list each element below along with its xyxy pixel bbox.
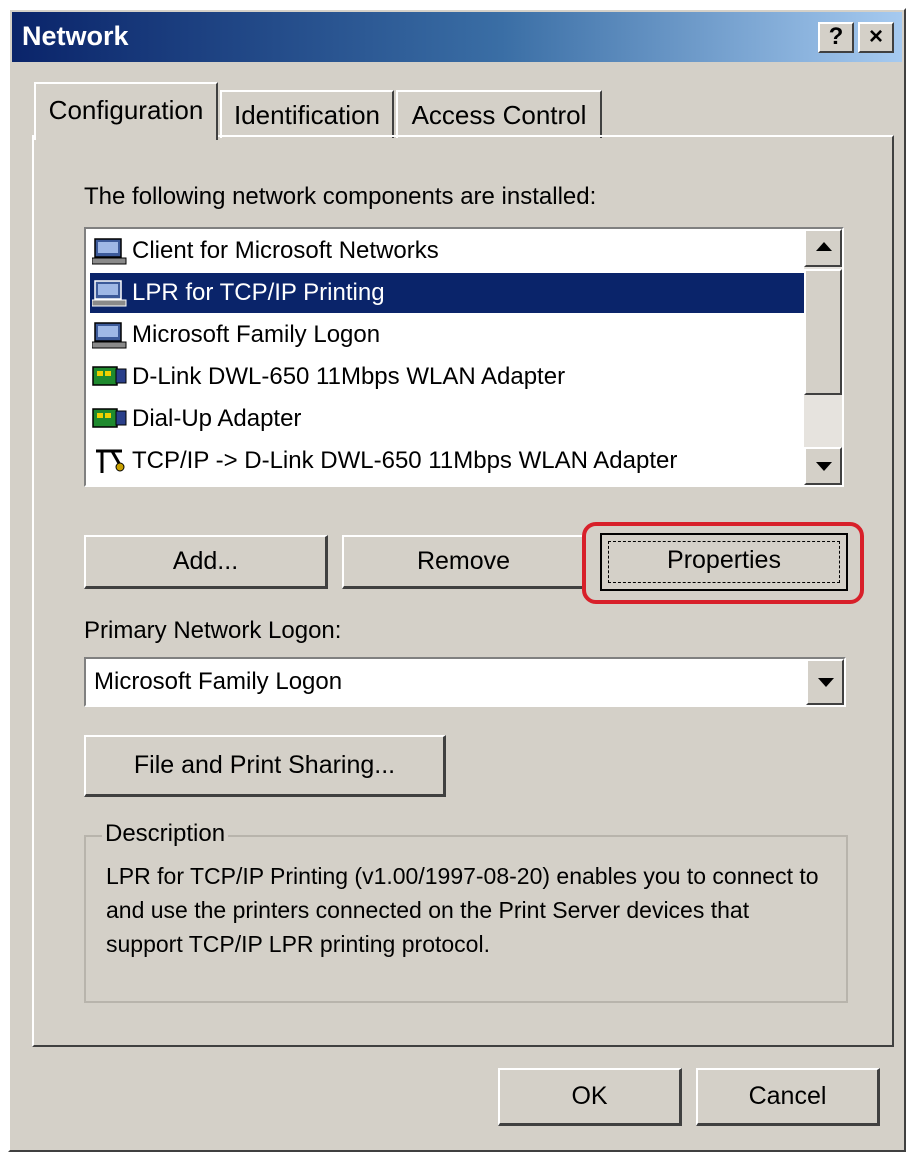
client-icon <box>92 280 127 307</box>
configuration-panel: The following network components are ins… <box>32 135 894 1047</box>
help-button[interactable]: ? <box>818 22 854 53</box>
primary-logon-value: Microsoft Family Logon <box>94 668 343 695</box>
scroll-up-button[interactable] <box>804 229 842 267</box>
tab-access-control[interactable]: Access Control <box>396 90 602 138</box>
remove-button[interactable]: Remove <box>342 535 586 589</box>
components-heading: The following network components are ins… <box>84 183 597 210</box>
list-item[interactable]: TCP/IP -> D-Link DWL-650 11Mbps WLAN Ada… <box>90 441 804 481</box>
list-item[interactable]: Client for Microsoft Networks <box>90 231 804 271</box>
network-dialog: Network ? × Configuration Identification… <box>8 8 906 1152</box>
adapter-icon <box>92 408 127 428</box>
arrow-down-icon <box>816 462 832 471</box>
primary-logon-label: Primary Network Logon: <box>84 617 342 644</box>
arrow-up-icon <box>816 242 832 251</box>
highlight-ring <box>582 522 864 604</box>
scroll-thumb[interactable] <box>804 269 842 395</box>
title-bar[interactable]: Network ? × <box>12 12 902 62</box>
client-icon <box>92 238 127 265</box>
description-text: LPR for TCP/IP Printing (v1.00/1997-08-2… <box>106 863 819 957</box>
window-title: Network <box>22 21 129 51</box>
tab-configuration[interactable]: Configuration <box>34 82 218 140</box>
cancel-button[interactable]: Cancel <box>696 1068 880 1126</box>
close-button[interactable]: × <box>858 22 894 53</box>
list-scrollbar[interactable] <box>804 229 842 485</box>
primary-logon-select[interactable]: Microsoft Family Logon <box>84 657 846 707</box>
description-title: Description <box>102 820 229 848</box>
list-item[interactable]: Microsoft Family Logon <box>90 315 804 355</box>
protocol-icon <box>96 449 125 473</box>
ok-button[interactable]: OK <box>498 1068 682 1126</box>
adapter-icon <box>92 366 127 386</box>
description-group: Description LPR for TCP/IP Printing (v1.… <box>84 820 848 1003</box>
list-item-selected[interactable]: LPR for TCP/IP Printing <box>90 273 804 313</box>
scroll-down-button[interactable] <box>804 447 842 485</box>
client-icon <box>92 322 127 349</box>
tab-identification[interactable]: Identification <box>220 90 394 138</box>
file-print-sharing-button[interactable]: File and Print Sharing... <box>84 735 446 797</box>
dropdown-button[interactable] <box>806 659 844 705</box>
components-list[interactable]: Client for Microsoft Networks LPR for TC… <box>84 227 844 487</box>
add-button[interactable]: Add... <box>84 535 328 589</box>
list-item[interactable]: Dial-Up Adapter <box>90 399 804 439</box>
list-item[interactable]: D-Link DWL-650 11Mbps WLAN Adapter <box>90 357 804 397</box>
chevron-down-icon <box>818 678 834 687</box>
